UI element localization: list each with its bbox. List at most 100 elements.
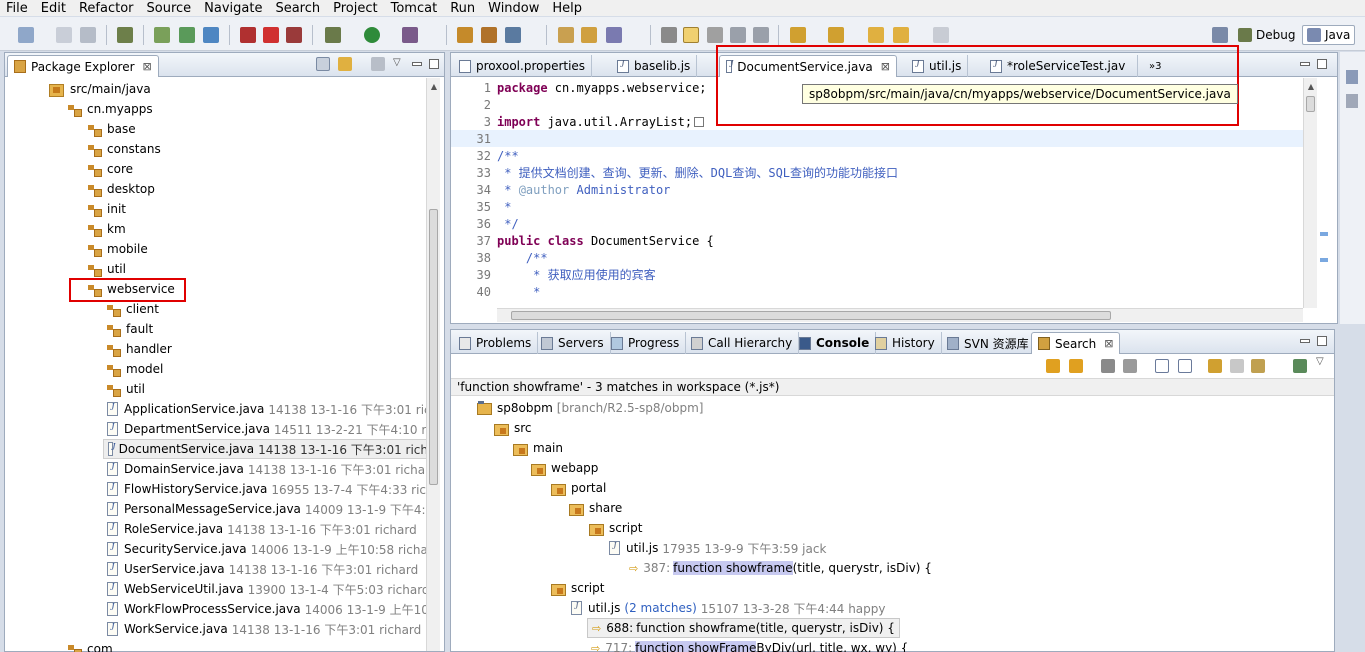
collapse-all-icon[interactable]: [1178, 359, 1192, 373]
view-menu-icon[interactable]: ▽: [1316, 356, 1324, 367]
new-java-project-icon[interactable]: [154, 27, 170, 43]
tree-row-webserviceutil[interactable]: WebServiceUtil.java 13900 13-1-4 下午5:03 …: [107, 579, 430, 599]
tree-row-cn-myapps[interactable]: cn.myapps: [68, 99, 153, 119]
pin-view-icon[interactable]: [1293, 359, 1307, 373]
deploy-icon[interactable]: [117, 27, 133, 43]
tree-row-client[interactable]: client: [107, 299, 159, 319]
tomcat-restart-icon[interactable]: [286, 27, 302, 43]
link-with-editor-icon[interactable]: [338, 57, 352, 71]
search-history-icon[interactable]: [1251, 359, 1265, 373]
tab-servers[interactable]: Servers: [535, 332, 611, 354]
perspective-debug[interactable]: Debug: [1234, 25, 1299, 45]
tree-row-handler[interactable]: handler: [107, 339, 172, 359]
perspective-java[interactable]: Java: [1302, 25, 1356, 45]
menu-tomcat[interactable]: Tomcat: [391, 1, 438, 16]
tree-row-role-service[interactable]: RoleService.java 14138 13-1-16 下午3:01 ri…: [107, 519, 417, 539]
search-tree-main[interactable]: main: [513, 438, 563, 458]
show-whitespace-icon[interactable]: [753, 27, 769, 43]
tree-row-work-service[interactable]: WorkService.java 14138 13-1-16 下午3:01 ri…: [107, 619, 421, 639]
tree-row-com[interactable]: com: [68, 639, 113, 652]
search-tree-script2[interactable]: script: [551, 578, 604, 598]
tree-row-util-sub[interactable]: util: [107, 379, 145, 399]
tab-package-explorer[interactable]: Package Explorer ⊠: [7, 55, 159, 77]
remove-match-icon[interactable]: [1101, 359, 1115, 373]
annotation-marker[interactable]: [1320, 258, 1328, 262]
debug-icon[interactable]: [325, 27, 341, 43]
search-tree-webapp[interactable]: webapp: [531, 458, 598, 478]
tree-row-desktop[interactable]: desktop: [88, 179, 155, 199]
new-icon[interactable]: [18, 27, 34, 43]
open-perspective-icon[interactable]: [1212, 27, 1228, 43]
tree-row-security-service[interactable]: SecurityService.java 14006 13-1-9 上午10:5…: [107, 539, 433, 559]
save-icon[interactable]: [56, 27, 72, 43]
word-wrap-icon[interactable]: [707, 27, 723, 43]
open-task-icon[interactable]: [481, 27, 497, 43]
search-match-387[interactable]: ⇨ 387: function showframe (title, querys…: [629, 558, 932, 578]
previous-match-icon[interactable]: [1069, 359, 1083, 373]
pencil-icon[interactable]: [606, 27, 622, 43]
tree-row-constans[interactable]: constans: [88, 139, 161, 159]
tree-row-util[interactable]: util: [88, 259, 126, 279]
tree-row-model[interactable]: model: [107, 359, 163, 379]
menu-run[interactable]: Run: [450, 1, 475, 16]
scroll-thumb[interactable]: [429, 209, 438, 485]
tab-call-hierarchy[interactable]: Call Hierarchy: [685, 332, 800, 354]
menu-edit[interactable]: Edit: [41, 1, 66, 16]
package-explorer-scrollbar[interactable]: ▲: [426, 78, 440, 651]
scroll-thumb-h[interactable]: [511, 311, 1111, 320]
view-menu-icon[interactable]: ▽: [393, 57, 401, 68]
editor-scrollbar-v[interactable]: ▲: [1303, 78, 1317, 308]
next-match-icon[interactable]: [1046, 359, 1060, 373]
tree-row-init[interactable]: init: [88, 199, 126, 219]
menu-window[interactable]: Window: [488, 1, 539, 16]
maximize-icon[interactable]: [429, 59, 439, 69]
tree-row-base[interactable]: base: [88, 119, 136, 139]
next-annotation-icon[interactable]: [790, 27, 806, 43]
search-tree-portal[interactable]: portal: [551, 478, 606, 498]
open-folder-icon[interactable]: [558, 27, 574, 43]
toggle-mark-icon[interactable]: [661, 27, 677, 43]
annotation-marker[interactable]: [1320, 232, 1328, 236]
scroll-thumb[interactable]: [1306, 96, 1315, 112]
minimize-icon[interactable]: [1300, 339, 1310, 343]
filter-icon[interactable]: [371, 57, 385, 71]
external-tools-icon[interactable]: [402, 27, 418, 43]
search-tree-share[interactable]: share: [569, 498, 622, 518]
tomcat-stop-icon[interactable]: [263, 27, 279, 43]
open-folder2-icon[interactable]: [581, 27, 597, 43]
menu-navigate[interactable]: Navigate: [204, 1, 262, 16]
tab-history[interactable]: History: [869, 332, 942, 354]
tree-row-department-service[interactable]: DepartmentService.java 14511 13-2-21 下午4…: [107, 419, 436, 439]
minimize-icon[interactable]: [412, 62, 422, 66]
editor-scrollbar-h[interactable]: [497, 308, 1303, 322]
tree-row-fault[interactable]: fault: [107, 319, 153, 339]
close-icon[interactable]: ⊠: [1104, 337, 1113, 350]
tree-row-domain-service[interactable]: DomainService.java 14138 13-1-16 下午3:01 …: [107, 459, 430, 479]
tree-row-src-main-java[interactable]: src/main/java: [49, 79, 151, 99]
new-package-icon[interactable]: [179, 27, 195, 43]
search-tree-file-util-js-2[interactable]: util.js (2 matches) 15107 13-3-28 下午4:44…: [571, 598, 886, 618]
tree-row-document-service[interactable]: DocumentService.java 14138 13-1-16 下午3:0…: [103, 439, 429, 459]
minimize-icon[interactable]: [1300, 62, 1310, 66]
expand-all-icon[interactable]: [1155, 359, 1169, 373]
tab-console[interactable]: Console: [793, 332, 877, 354]
search-tree-script[interactable]: script: [589, 518, 642, 538]
tree-row-km[interactable]: km: [88, 219, 126, 239]
last-edit-icon[interactable]: [868, 27, 884, 43]
tab-svn-repository[interactable]: SVN 资源库: [941, 332, 1036, 354]
block-select-icon[interactable]: [730, 27, 746, 43]
tab-problems[interactable]: Problems: [453, 332, 539, 354]
outline-icon[interactable]: [1346, 70, 1358, 84]
tree-row-workflowprocess-service[interactable]: WorkFlowProcessService.java 14006 13-1-9…: [107, 599, 433, 619]
run-icon[interactable]: [364, 27, 380, 43]
collapse-all-icon[interactable]: [316, 57, 330, 71]
tab-search[interactable]: Search ⊠: [1031, 332, 1121, 354]
highlight-icon[interactable]: [683, 27, 699, 43]
run-search-icon[interactable]: [1208, 359, 1222, 373]
tomcat-start-icon[interactable]: [240, 27, 256, 43]
menu-refactor[interactable]: Refactor: [79, 1, 134, 16]
search-match-717[interactable]: ⇨ 717: function showFrame ByDiv(url, tit…: [591, 638, 908, 652]
collapsed-imports-icon[interactable]: [694, 116, 705, 127]
tab-proxool-properties[interactable]: proxool.properties: [453, 55, 593, 77]
maximize-icon[interactable]: [1317, 59, 1327, 69]
